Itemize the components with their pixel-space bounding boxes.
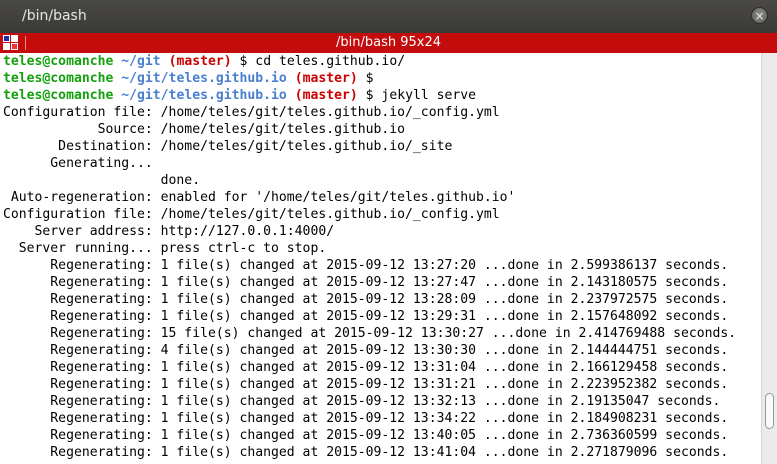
close-icon: × — [754, 9, 765, 23]
title-bar: /bin/bash × — [0, 0, 777, 33]
output-line: Regenerating: 15 file(s) changed at 2015… — [3, 326, 737, 341]
output-line: Regenerating: 1 file(s) changed at 2015-… — [3, 258, 729, 273]
prompt-user: teles@comanche — [3, 88, 114, 103]
output-line: Generating... — [3, 156, 153, 171]
output-line: Server running... press ctrl-c to stop. — [3, 241, 327, 256]
terminal-window: /bin/bash × /bin/bash 95x24 teles@comanc… — [0, 0, 777, 464]
prompt-user: teles@comanche — [3, 54, 114, 69]
output-line: Regenerating: 1 file(s) changed at 2015-… — [3, 292, 729, 307]
output-line: Regenerating: 1 file(s) changed at 2015-… — [3, 360, 729, 375]
prompt-line: teles@comanche ~/git/teles.github.io (ma… — [3, 87, 476, 104]
output-line: Regenerating: 1 file(s) changed at 2015-… — [3, 309, 729, 324]
output-line: Destination: /home/teles/git/teles.githu… — [3, 139, 453, 154]
output-line: Regenerating: 1 file(s) changed at 2015-… — [3, 377, 729, 392]
terminal-output[interactable]: teles@comanche ~/git (master) $ cd teles… — [0, 53, 761, 464]
prompt-symbol: $ — [357, 71, 374, 86]
tab-title[interactable]: /bin/bash 95x24 — [0, 35, 777, 50]
output-line: Regenerating: 1 file(s) changed at 2015-… — [3, 394, 721, 409]
output-line: Regenerating: 1 file(s) changed at 2015-… — [3, 411, 729, 426]
output-line: Source: /home/teles/git/teles.github.io — [3, 122, 406, 137]
output-line: Auto-regeneration: enabled for '/home/te… — [3, 190, 516, 205]
prompt-symbol: $ — [357, 88, 374, 103]
tab-bar: /bin/bash 95x24 — [0, 33, 777, 53]
prompt-path: ~/git — [113, 54, 161, 69]
scrollbar-thumb[interactable] — [765, 393, 774, 429]
output-line: Configuration file: /home/teles/git/tele… — [3, 105, 500, 120]
window-title: /bin/bash — [22, 8, 87, 24]
output-line: done. — [3, 173, 201, 188]
output-line: Regenerating: 1 file(s) changed at 2015-… — [3, 445, 729, 460]
output-line: Regenerating: 1 file(s) changed at 2015-… — [3, 275, 729, 290]
prompt-line: teles@comanche ~/git (master) $ cd teles… — [3, 53, 405, 70]
output-line: Regenerating: 1 file(s) changed at 2015-… — [3, 428, 729, 443]
prompt-command: jekyll serve — [373, 88, 477, 103]
prompt-path: ~/git/teles.github.io — [113, 71, 287, 86]
prompt-symbol: $ — [231, 54, 248, 69]
prompt-command: cd teles.github.io/ — [247, 54, 406, 69]
close-button[interactable]: × — [751, 7, 768, 24]
output-line: Configuration file: /home/teles/git/tele… — [3, 207, 500, 222]
output-line: Regenerating: 4 file(s) changed at 2015-… — [3, 343, 729, 358]
output-line: Server address: http://127.0.0.1:4000/ — [3, 224, 335, 239]
prompt-path: ~/git/teles.github.io — [113, 88, 287, 103]
prompt-branch: (master) — [160, 54, 232, 69]
prompt-branch: (master) — [286, 88, 358, 103]
prompt-user: teles@comanche — [3, 71, 114, 86]
scrollbar[interactable] — [761, 53, 777, 464]
prompt-line: teles@comanche ~/git/teles.github.io (ma… — [3, 70, 374, 87]
prompt-branch: (master) — [286, 71, 358, 86]
